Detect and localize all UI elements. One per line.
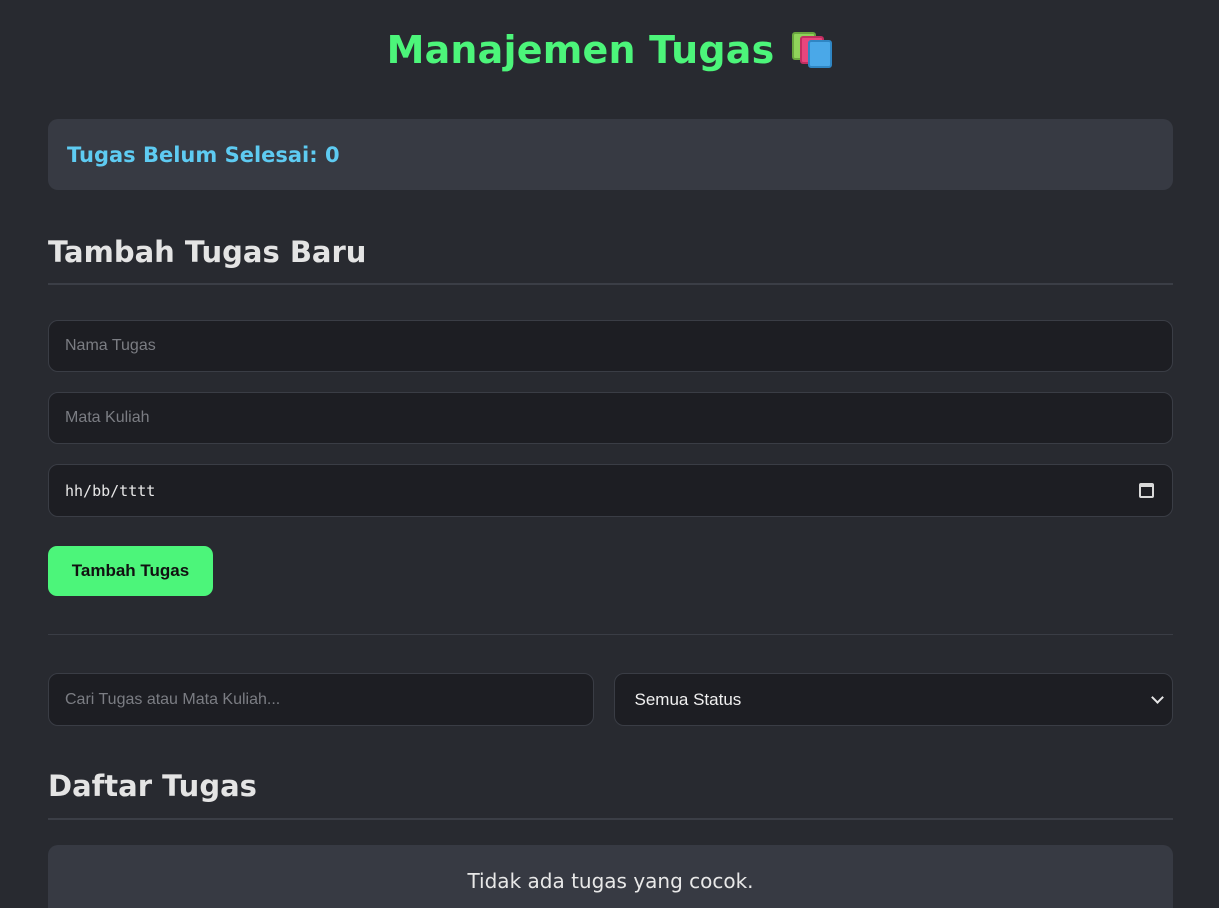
divider: [48, 634, 1173, 635]
chevron-down-icon: [1151, 690, 1164, 704]
page-title: Manajemen Tugas: [386, 28, 775, 72]
empty-state-message: Tidak ada tugas yang cocok.: [467, 869, 754, 893]
status-filter-value: Semua Status: [634, 689, 742, 709]
add-task-button[interactable]: Tambah Tugas: [48, 546, 213, 596]
search-field[interactable]: [48, 673, 594, 726]
page: Manajemen Tugas Tugas Belum Selesai: 0 T…: [0, 0, 1219, 908]
status-filter-select[interactable]: Semua Status: [613, 673, 1173, 726]
empty-state-card: Tidak ada tugas yang cocok.: [48, 845, 1173, 908]
pending-summary-card: Tugas Belum Selesai: 0: [48, 119, 1173, 190]
filter-bar: Semua Status: [48, 673, 1173, 726]
course-input[interactable]: [65, 393, 1172, 443]
course-field[interactable]: [48, 392, 1173, 444]
task-name-input[interactable]: [65, 321, 1172, 371]
due-date-field[interactable]: hh/bb/tttt: [48, 464, 1173, 517]
books-icon: [790, 30, 834, 70]
due-date-placeholder: hh/bb/tttt: [65, 481, 156, 500]
search-input[interactable]: [65, 674, 593, 725]
pending-count-label: Tugas Belum Selesai: 0: [67, 142, 340, 167]
header: Manajemen Tugas: [48, 0, 1173, 98]
divider: [48, 283, 1173, 285]
task-name-field[interactable]: [48, 320, 1173, 372]
calendar-icon[interactable]: [1139, 483, 1154, 498]
divider: [48, 818, 1173, 820]
task-list-heading: Daftar Tugas: [48, 769, 257, 803]
add-task-heading: Tambah Tugas Baru: [48, 235, 367, 269]
